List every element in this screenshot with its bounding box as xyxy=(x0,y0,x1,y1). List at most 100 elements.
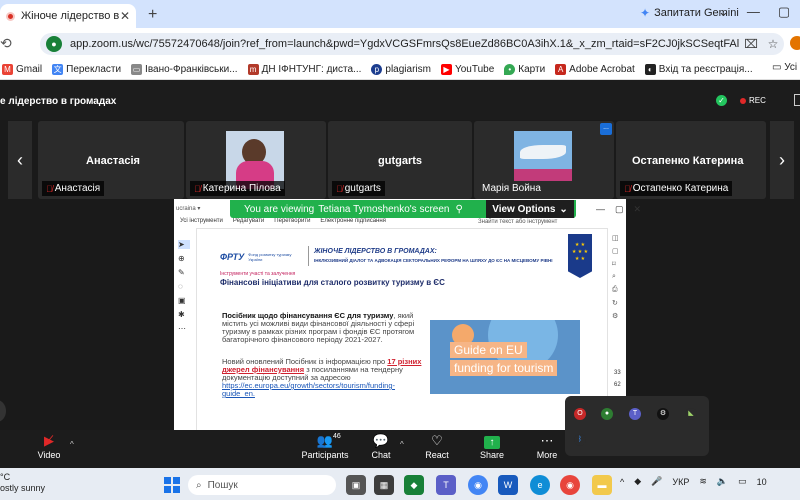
minimize-icon[interactable]: — xyxy=(596,204,605,215)
pdf-menu-item[interactable]: Редагувати xyxy=(233,218,264,228)
react-button[interactable]: ♡ React xyxy=(412,432,462,460)
more-tools-icon[interactable]: ⋯ xyxy=(178,324,190,333)
chrome-active-icon[interactable]: ◉ xyxy=(560,475,580,495)
app-icon[interactable]: ◆ xyxy=(634,476,641,487)
extension-icon[interactable]: ⌧ xyxy=(740,37,762,51)
language-indicator[interactable]: УКР xyxy=(672,477,689,487)
chrome-icon[interactable]: ◉ xyxy=(468,475,488,495)
pdf-menu-item[interactable]: Перетворити xyxy=(274,218,310,228)
maximize-icon[interactable]: ▢ xyxy=(615,204,624,215)
weather-widget[interactable]: °C ostly sunny xyxy=(0,472,45,494)
bookmark-maps[interactable]: • Карти xyxy=(504,64,545,75)
comment-icon[interactable]: ▢ xyxy=(612,247,624,255)
clock[interactable]: 10 xyxy=(757,477,767,487)
stamp-icon[interactable]: ✱ xyxy=(178,310,190,319)
battery-icon[interactable]: ▭ xyxy=(738,476,747,487)
bookmark-plagiarism[interactable]: p plagiarism xyxy=(371,64,431,75)
maximize-icon[interactable]: ▢ xyxy=(778,4,790,20)
more-options-badge[interactable]: ... xyxy=(600,123,612,135)
participant-tile-ostapenko[interactable]: Остапенко Катерина 🎙̸ Остапенко Катерина xyxy=(616,121,766,199)
share-button[interactable]: ↑ Share xyxy=(467,432,517,460)
meeting-header xyxy=(0,80,800,120)
security-shield-icon[interactable]: ✓ xyxy=(716,95,727,106)
edge-icon[interactable]: e xyxy=(530,475,550,495)
chevron-up-icon: ^ xyxy=(70,440,74,449)
text-select-icon[interactable]: ▣ xyxy=(178,296,190,305)
layout-icon[interactable] xyxy=(794,94,800,106)
participant-tile-anastasia[interactable]: Анастасія 🎙̸ Анастасія xyxy=(38,121,184,199)
bookmark-star-icon[interactable]: ☆ xyxy=(762,37,784,51)
profile-avatar[interactable] xyxy=(790,36,800,50)
participant-tile-maria[interactable]: ... Марія Война xyxy=(474,121,614,199)
close-icon[interactable]: ✕ xyxy=(634,204,642,215)
cursor-icon[interactable]: ➤ xyxy=(178,240,190,249)
chevron-up-icon: ^ xyxy=(400,440,404,449)
pdf-menu-bar: Усі інструменти Редагувати Перетворити Е… xyxy=(176,218,626,228)
moodle-icon: m xyxy=(247,64,259,75)
settings-icon[interactable]: ⚙ xyxy=(612,312,624,320)
bookmark-ivano[interactable]: ▭ Івано-Франківськи... xyxy=(131,64,238,75)
dropdown-icon[interactable]: ⌄ xyxy=(718,4,729,20)
bluetooth-icon[interactable]: ᛒ xyxy=(574,434,586,446)
participants-button[interactable]: 👥 Participants xyxy=(300,432,350,460)
zoom-icon[interactable]: ⊕ xyxy=(178,254,190,263)
nvidia-icon[interactable]: ◣ xyxy=(685,408,697,420)
teams-icon[interactable]: T xyxy=(436,475,456,495)
taskbar-search[interactable]: ⌕ Пошук xyxy=(188,475,336,495)
scroll-indicator[interactable] xyxy=(0,400,6,422)
tile-display-name: gutgarts xyxy=(378,155,422,167)
chat-button[interactable]: 💬 Chat xyxy=(356,432,406,460)
bookmark-youtube[interactable]: ▶ YouTube xyxy=(440,64,494,75)
word-icon[interactable]: W xyxy=(498,475,518,495)
funding-guide-link[interactable]: https://ec.europa.eu/growth/sectors/tour… xyxy=(222,381,395,398)
app-icon[interactable]: ⚙ xyxy=(657,408,669,420)
chat-options-caret[interactable]: ^ xyxy=(400,434,404,452)
pen-icon[interactable]: ✎ xyxy=(178,268,190,277)
all-bookmarks[interactable]: ▭ Усі xyxy=(772,62,797,73)
volume-icon[interactable]: 🔈 xyxy=(717,476,728,487)
panel-icon[interactable]: ◫ xyxy=(612,234,624,242)
search-icon[interactable]: ⌕ xyxy=(612,273,624,281)
widgets-icon[interactable]: ▦ xyxy=(374,475,394,495)
pdf-tab[interactable]: ucraina ▾ xyxy=(176,205,200,212)
task-view-icon[interactable]: ▣ xyxy=(346,475,366,495)
participant-tile-gutgarts[interactable]: gutgarts 🎙̸ gutgarts xyxy=(328,121,472,199)
omnibox[interactable]: ● app.zoom.us/wc/75572470648/join?ref_fr… xyxy=(40,33,784,55)
prev-page-button[interactable]: ‹ xyxy=(8,121,32,199)
video-button[interactable]: ▶̸ Video xyxy=(24,432,74,460)
browser-tab-zoom[interactable]: Жіноче лідерство в громад ✕ xyxy=(0,4,136,28)
back-icon[interactable]: ⟲ xyxy=(0,35,12,52)
wifi-icon[interactable]: ≋ xyxy=(699,476,707,487)
bookmark-translate[interactable]: 文 Перекласти xyxy=(52,64,121,75)
pdf-menu-item[interactable]: Усі інструменти xyxy=(180,218,223,228)
view-options-button[interactable]: View Options ⌄ xyxy=(486,200,574,218)
app-icon[interactable]: ◆ xyxy=(404,475,424,495)
teams-icon[interactable]: T xyxy=(629,408,641,420)
video-off-icon: ▶̸ xyxy=(44,433,54,448)
muted-mic-icon: 🎙̸ xyxy=(46,183,53,194)
close-tab-icon[interactable]: ✕ xyxy=(120,9,130,23)
participant-tile-kateryna[interactable]: 🎙̸ Катерина Пілова xyxy=(186,121,326,199)
pdf-search[interactable]: Знайти текст або інструмент xyxy=(478,219,557,225)
new-tab-button[interactable]: + xyxy=(148,6,157,24)
lasso-icon[interactable]: ◌ xyxy=(178,282,190,291)
bookmark-acrobat[interactable]: A Adobe Acrobat xyxy=(555,64,635,75)
minimize-icon[interactable]: — xyxy=(747,4,760,20)
print-icon[interactable]: ⎙ xyxy=(612,286,624,294)
bookmark-dn[interactable]: m ДН ІФНТУНГ: диста... xyxy=(247,64,361,75)
next-page-button[interactable]: › xyxy=(770,121,794,199)
file-explorer-icon[interactable]: ▬ xyxy=(592,475,612,495)
video-options-caret[interactable]: ^ xyxy=(70,434,74,452)
opera-icon[interactable]: O xyxy=(574,408,586,420)
refresh-icon[interactable]: ↻ xyxy=(612,299,624,307)
microphone-icon[interactable]: 🎤 xyxy=(651,476,662,487)
bookmark-gmail[interactable]: M Gmail xyxy=(2,64,42,75)
windows-start-icon[interactable] xyxy=(164,477,180,493)
chrome-green-icon[interactable]: ● xyxy=(601,408,613,420)
bookmark-icon[interactable]: ⌑ xyxy=(612,260,624,268)
gmail-icon: M xyxy=(2,64,13,75)
chevron-up-icon[interactable]: ^ xyxy=(620,477,624,487)
bookmark-login[interactable]: ◐ Вхід та реєстрація... xyxy=(644,64,753,75)
pdf-menu-item[interactable]: Електронне підписання xyxy=(320,218,385,228)
tray-flyout: O ● T ⚙ ◣ ᛒ xyxy=(565,396,709,456)
